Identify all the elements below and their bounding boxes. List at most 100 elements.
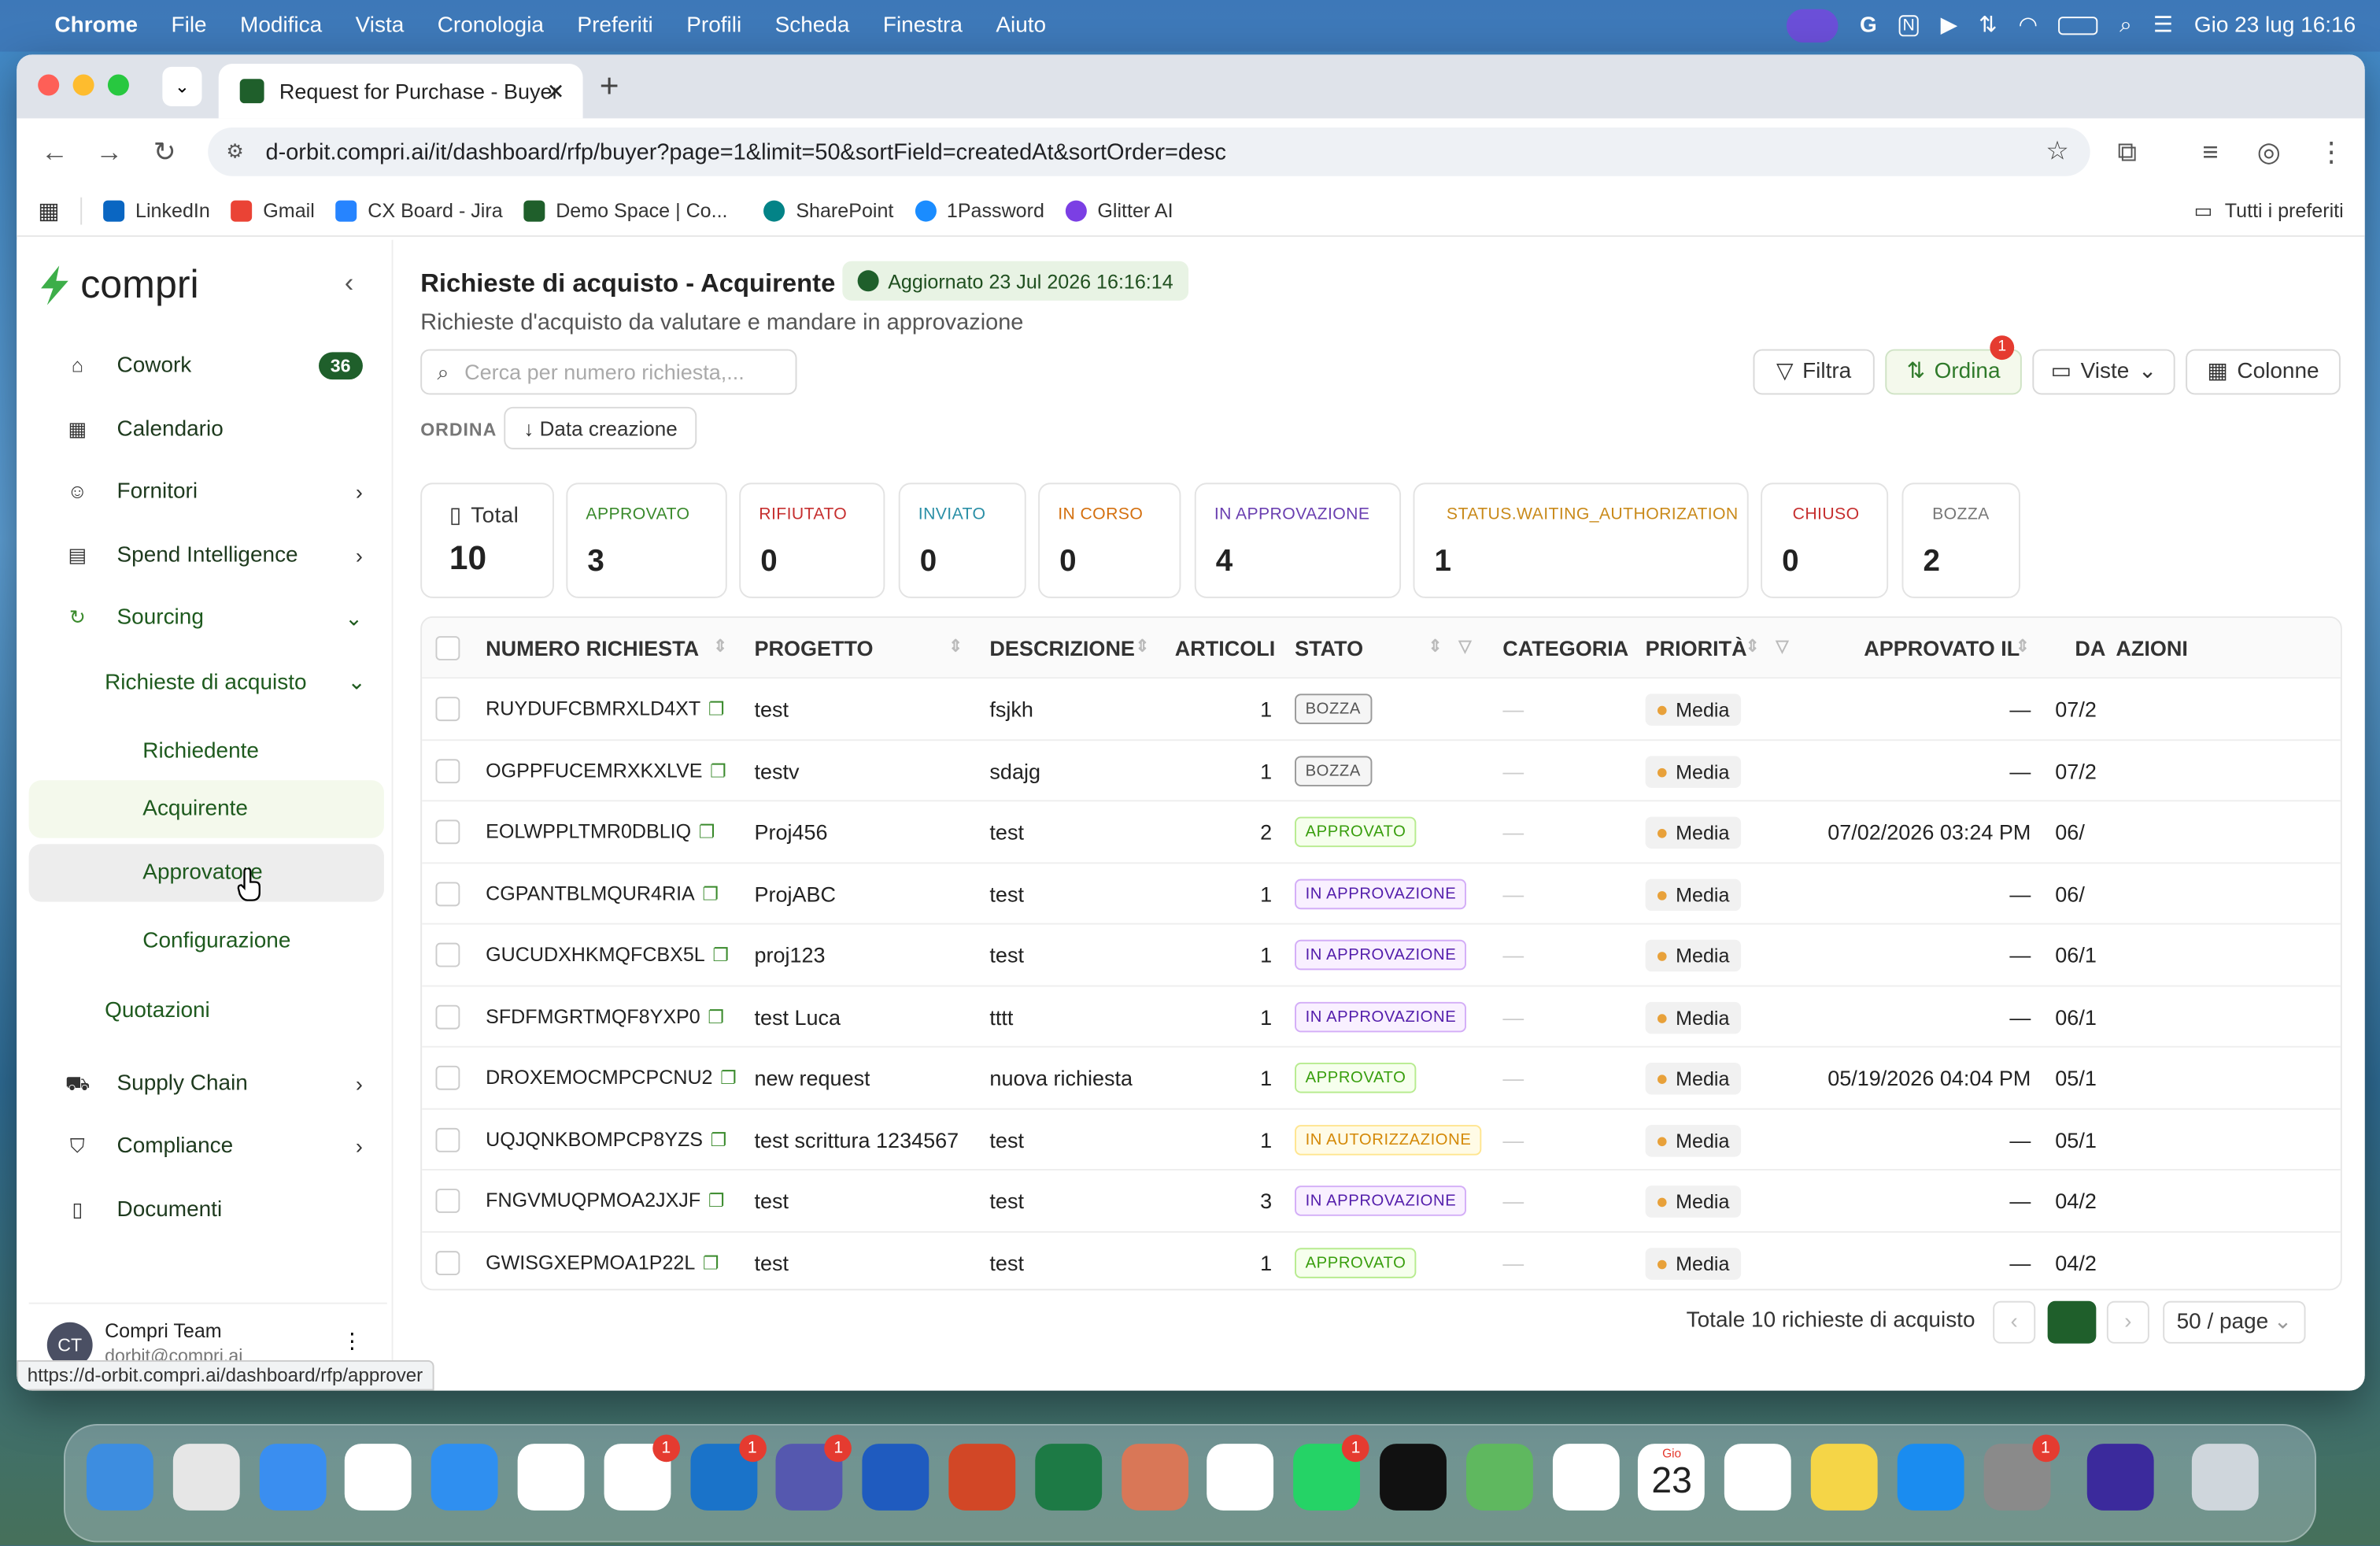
close-window-button[interactable] bbox=[38, 74, 60, 96]
stat-card-in-approvazione[interactable]: IN APPROVAZIONE 4 bbox=[1194, 483, 1402, 598]
sidebar-item-spend-intelligence[interactable]: ▤ Spend Intelligence › bbox=[26, 527, 384, 584]
col-descrizione[interactable]: DESCRIZIONE ⇕ bbox=[989, 636, 1149, 660]
tab-search-button[interactable]: ⌄ bbox=[162, 66, 202, 106]
copy-icon[interactable]: ❐ bbox=[699, 821, 715, 842]
user-menu-icon[interactable]: ⋮ bbox=[342, 1328, 363, 1354]
sidebar-item-quotazioni[interactable]: Quotazioni bbox=[105, 999, 210, 1023]
powerpoint-icon[interactable] bbox=[948, 1444, 1016, 1511]
safari-icon[interactable] bbox=[431, 1444, 498, 1511]
copy-icon[interactable]: ❐ bbox=[710, 760, 726, 781]
apps-grid-icon[interactable]: ▦ bbox=[38, 197, 59, 224]
notes-icon[interactable] bbox=[1810, 1444, 1878, 1511]
calendar-icon[interactable]: Gio 23 bbox=[1638, 1444, 1706, 1511]
views-button[interactable]: ▭ Viste ⌄ bbox=[2032, 349, 2175, 395]
table-row[interactable]: EOLWPPLTMR0DBLIQ ❐ Proj456 test 2 APPROVATO — M… bbox=[422, 801, 2341, 864]
row-checkbox[interactable] bbox=[435, 881, 460, 906]
sidebar-item-documenti[interactable]: ▯ Documenti bbox=[26, 1181, 384, 1238]
table-row[interactable]: CGPANTBLMQUR4RIA ❐ ProjABC test 1 IN APPROVAZ… bbox=[422, 863, 2341, 925]
menu-vista[interactable]: Vista bbox=[356, 13, 405, 38]
menu-modifica[interactable]: Modifica bbox=[240, 13, 322, 38]
teams-icon[interactable]: 1 bbox=[776, 1434, 852, 1511]
table-row[interactable]: SFDFMGRTMQF8YXP0 ❐ test Luca tttt 1 IN APPROV… bbox=[422, 986, 2341, 1048]
address-bar[interactable]: ⚙ d-orbit.compri.ai/it/dashboard/rfp/buy… bbox=[208, 127, 2090, 176]
trash-icon[interactable] bbox=[2192, 1444, 2260, 1511]
bookmark-1password[interactable]: 1Password bbox=[915, 199, 1044, 222]
mail-icon[interactable] bbox=[259, 1444, 326, 1511]
wifi-icon[interactable]: ◠ bbox=[2019, 13, 2038, 38]
collapse-sidebar-icon[interactable]: ‹ bbox=[345, 267, 354, 298]
zoom-window-button[interactable] bbox=[107, 74, 129, 96]
col-da[interactable]: DA bbox=[2075, 636, 2105, 660]
slack-icon[interactable]: 1 bbox=[604, 1434, 680, 1511]
notion-icon[interactable] bbox=[1207, 1444, 1274, 1511]
minimize-window-button[interactable] bbox=[72, 74, 94, 96]
sidebar-item-configurazione[interactable]: Configurazione bbox=[142, 929, 290, 953]
fantastical-icon[interactable] bbox=[345, 1444, 412, 1511]
glitter-icon[interactable]: G bbox=[1860, 13, 1877, 38]
sort-button[interactable]: ⇅ Ordina 1 bbox=[1885, 335, 2022, 395]
all-bookmarks[interactable]: ▭ Tutti i preferiti bbox=[2194, 198, 2344, 223]
copy-icon[interactable]: ❐ bbox=[711, 1129, 727, 1150]
stat-card-approvato[interactable]: APPROVATO 3 bbox=[566, 483, 727, 598]
control-center-icon[interactable]: ☰ bbox=[2153, 13, 2173, 38]
launchpad-icon[interactable] bbox=[172, 1444, 240, 1511]
play-icon[interactable]: ▶ bbox=[1941, 13, 1958, 38]
forward-icon[interactable]: → bbox=[95, 137, 123, 168]
search-input[interactable]: ⌕ Cerca per numero richiesta,... bbox=[420, 349, 797, 395]
reload-icon[interactable]: ↻ bbox=[153, 137, 176, 168]
bookmark-star-icon[interactable]: ☆ bbox=[2046, 137, 2068, 168]
sidebar-item-sourcing[interactable]: ↻ Sourcing ⌄ bbox=[26, 589, 384, 646]
menu-finestra[interactable]: Finestra bbox=[883, 13, 963, 38]
col-numero-richiesta[interactable]: NUMERO RICHIESTA ⇕ bbox=[486, 636, 727, 660]
maps-icon[interactable] bbox=[1465, 1444, 1533, 1511]
sidebar-item-calendario[interactable]: ▦ Calendario bbox=[26, 401, 384, 458]
table-row[interactable]: OGPPFUCEMRXKXLVE ❐ testv sdajg 1 BOZZA — Media —… bbox=[422, 740, 2341, 802]
filter-icon[interactable]: ▽ bbox=[1776, 636, 1788, 656]
prev-page-button[interactable]: ‹ bbox=[1993, 1300, 2036, 1344]
request-number[interactable]: DROXEMOCMPCPCNU2 ❐ bbox=[486, 1066, 737, 1089]
copy-icon[interactable]: ❐ bbox=[712, 945, 729, 966]
row-checkbox[interactable] bbox=[435, 1065, 460, 1090]
menu-file[interactable]: File bbox=[172, 13, 207, 38]
chrome-menu-icon[interactable]: ⋮ bbox=[2318, 137, 2345, 168]
col-approvato-il[interactable]: APPROVATO IL ⇕ bbox=[1864, 636, 2030, 660]
copy-icon[interactable]: ❐ bbox=[708, 698, 725, 719]
row-checkbox[interactable] bbox=[435, 1250, 460, 1275]
new-tab-button[interactable]: + bbox=[600, 67, 619, 106]
tab-active[interactable]: Request for Purchase - Buyer ✕ bbox=[218, 63, 583, 119]
stat-card-bozza[interactable]: BOZZA 2 bbox=[1901, 483, 2020, 598]
excel-icon[interactable] bbox=[1034, 1444, 1102, 1511]
row-checkbox[interactable] bbox=[435, 758, 460, 783]
bookmark-jira[interactable]: CX Board - Jira bbox=[335, 199, 503, 222]
stat-card-waiting-authorization[interactable]: STATUS.WAITING_AUTHORIZATION 1 bbox=[1413, 483, 1749, 598]
row-checkbox[interactable] bbox=[435, 1126, 460, 1152]
spotify-icon[interactable] bbox=[1380, 1444, 1447, 1511]
request-number[interactable]: GUCUDXHKMQFCBX5L ❐ bbox=[486, 943, 729, 966]
menu-cronologia[interactable]: Cronologia bbox=[438, 13, 544, 38]
media-control-icon[interactable]: ≡ bbox=[2202, 137, 2218, 168]
request-number[interactable]: RUYDUFCBMRXLD4XT ❐ bbox=[486, 697, 724, 719]
request-number[interactable]: SFDFMGRTMQF8YXP0 ❐ bbox=[486, 1004, 724, 1027]
notion-icon[interactable]: N bbox=[1898, 15, 1920, 37]
request-number[interactable]: CGPANTBLMQUR4RIA ❐ bbox=[486, 882, 719, 904]
whatsapp-icon[interactable]: 1 bbox=[1293, 1434, 1369, 1511]
sidebar-item-approvatore-hover[interactable]: Approvatore bbox=[28, 844, 384, 902]
row-checkbox[interactable] bbox=[435, 1189, 460, 1213]
table-row[interactable]: DROXEMOCMPCPCNU2 ❐ new request nuova richie… bbox=[422, 1048, 2341, 1109]
chrome-icon[interactable] bbox=[517, 1444, 585, 1511]
row-checkbox[interactable] bbox=[435, 819, 460, 845]
row-checkbox[interactable] bbox=[435, 942, 460, 967]
col-priorita[interactable]: PRIORITÀ ⇕ ▽ bbox=[1646, 636, 1789, 660]
table-row[interactable]: FNGVMUQPMOA2JXJF ❐ test test 3 IN APPROVAZION… bbox=[422, 1171, 2341, 1233]
bookmark-glitter[interactable]: Glitter AI bbox=[1065, 199, 1173, 222]
controls-icon[interactable]: ⇅ bbox=[1979, 13, 1997, 38]
col-progetto[interactable]: PROGETTO ⇕ bbox=[754, 636, 963, 660]
stat-card-total[interactable]: ▯ Total 10 bbox=[420, 483, 554, 598]
row-checkbox[interactable] bbox=[435, 1004, 460, 1029]
sidebar-item-fornitori[interactable]: ☺ Fornitori › bbox=[26, 463, 384, 520]
menu-app-name[interactable]: Chrome bbox=[54, 13, 138, 38]
bookmark-sharepoint[interactable]: SharePoint bbox=[763, 199, 893, 222]
copy-icon[interactable]: ❐ bbox=[708, 1006, 724, 1027]
bookmark-linkedin[interactable]: LinkedIn bbox=[103, 199, 210, 222]
menu-aiuto[interactable]: Aiuto bbox=[996, 13, 1046, 38]
